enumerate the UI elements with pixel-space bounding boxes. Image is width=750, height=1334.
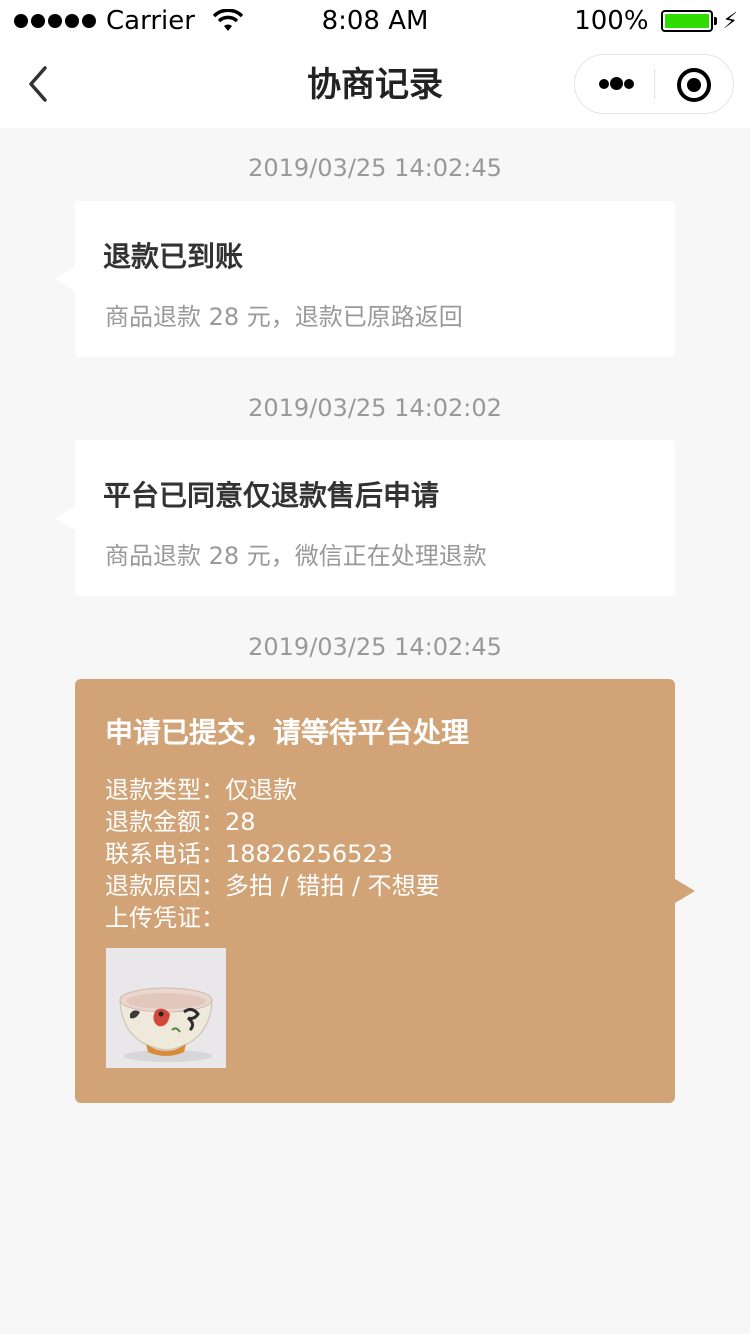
ceramic-bowl-photo [106,948,226,1068]
record-desc: 商品退款 28 元，退款已原路返回 [105,303,463,331]
detail-row: 联系电话： 18826256523 [105,838,440,870]
record-timestamp: 2019/03/25 14:02:02 [248,394,502,422]
chevron-left-icon [29,66,47,102]
close-target-core [687,78,701,92]
application-title: 申请已提交，请等待平台处理 [105,716,470,749]
more-dot [624,79,634,89]
record-card: 平台已同意仅退款售后申请 商品退款 28 元，微信正在处理退款 [55,440,675,596]
detail-value: 18826256523 [225,840,393,868]
record-title: 退款已到账 [103,240,244,273]
application-card: 申请已提交，请等待平台处理 退款类型： 仅退款 退款金额： 28 联系电话： 1… [75,679,695,1103]
close-button[interactable] [655,55,735,115]
detail-row: 上传凭证： [105,902,440,934]
detail-label: 联系电话： [105,840,225,868]
record-title: 平台已同意仅退款售后申请 [103,479,440,512]
mini-program-capsule [574,54,734,114]
nav-bar: 协商记录 [0,42,750,128]
more-dot [610,77,623,90]
application-details: 退款类型： 仅退款 退款金额： 28 联系电话： 18826256523 退款原… [105,774,440,934]
battery-icon [660,10,717,32]
more-dots-icon [599,79,609,89]
record-card: 退款已到账 商品退款 28 元，退款已原路返回 [55,201,675,357]
card-pointer [55,267,75,291]
detail-label: 退款金额： [105,808,225,836]
detail-label: 上传凭证： [105,904,225,932]
card-pointer [55,506,75,530]
status-right: 100% ⚡ [574,6,738,36]
record-desc: 商品退款 28 元，微信正在处理退款 [105,542,487,570]
card-pointer [675,879,695,903]
detail-label: 退款原因： [105,872,225,900]
status-bar: Carrier 8:08 AM 100% ⚡ [0,0,750,42]
back-button[interactable] [20,62,60,106]
detail-value: 28 [225,808,256,836]
proof-image-thumbnail[interactable] [106,948,226,1068]
battery-fill [664,14,709,28]
detail-row: 退款类型： 仅退款 [105,774,440,806]
detail-label: 退款类型： [105,776,225,804]
battery-percent: 100% [574,6,649,36]
detail-row: 退款金额： 28 [105,806,440,838]
record-timestamp: 2019/03/25 14:02:45 [248,633,502,661]
record-timestamp: 2019/03/25 14:02:45 [248,154,502,182]
detail-value: 多拍 / 错拍 / 不想要 [225,872,440,900]
detail-value: 仅退款 [225,776,297,804]
more-button[interactable] [575,55,655,115]
detail-row: 退款原因： 多拍 / 错拍 / 不想要 [105,870,440,902]
charging-bolt-icon: ⚡ [722,8,738,34]
